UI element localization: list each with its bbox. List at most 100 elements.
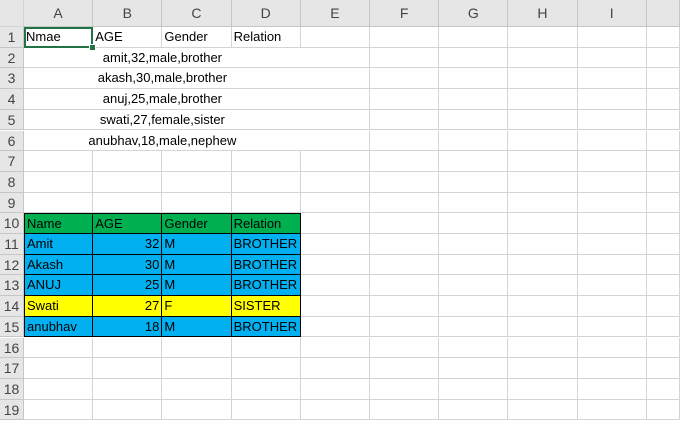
column-header[interactable] bbox=[646, 0, 680, 27]
column-header[interactable]: I bbox=[577, 0, 647, 27]
raw-data-line[interactable]: swati,27,female,sister bbox=[24, 109, 301, 131]
cell[interactable] bbox=[231, 337, 301, 359]
cell[interactable] bbox=[439, 109, 509, 131]
cell[interactable] bbox=[370, 399, 440, 421]
cell[interactable] bbox=[577, 254, 647, 276]
cell[interactable] bbox=[439, 399, 509, 421]
cell[interactable] bbox=[439, 337, 509, 359]
cell[interactable] bbox=[93, 171, 163, 193]
cell[interactable] bbox=[300, 378, 370, 400]
cell[interactable] bbox=[439, 89, 509, 110]
select-all-corner[interactable] bbox=[0, 0, 24, 27]
cell[interactable] bbox=[577, 151, 647, 172]
cell[interactable] bbox=[300, 275, 370, 297]
cell[interactable] bbox=[162, 151, 232, 172]
table-cell-name[interactable]: Amit bbox=[24, 234, 94, 255]
cell[interactable] bbox=[370, 358, 440, 379]
cell[interactable] bbox=[646, 68, 680, 90]
cell[interactable] bbox=[646, 378, 680, 400]
table-header-cell[interactable]: Relation bbox=[231, 213, 301, 234]
cell[interactable] bbox=[439, 68, 509, 90]
cell[interactable] bbox=[370, 254, 440, 276]
cell[interactable] bbox=[646, 213, 680, 234]
cell[interactable] bbox=[577, 296, 647, 317]
cell[interactable] bbox=[508, 337, 578, 359]
cell[interactable] bbox=[577, 234, 647, 255]
table-cell-age[interactable]: 25 bbox=[93, 275, 163, 297]
cell[interactable] bbox=[508, 68, 578, 90]
cell[interactable] bbox=[439, 296, 509, 317]
cell[interactable] bbox=[162, 378, 232, 400]
cell[interactable] bbox=[300, 130, 370, 152]
cell[interactable] bbox=[370, 68, 440, 90]
table-cell-name[interactable]: ANUJ bbox=[24, 275, 94, 297]
cell[interactable] bbox=[300, 171, 370, 193]
cell[interactable] bbox=[93, 358, 163, 379]
cell[interactable] bbox=[646, 192, 680, 214]
cell[interactable] bbox=[646, 275, 680, 297]
row-header[interactable]: 15 bbox=[0, 316, 24, 338]
cell[interactable] bbox=[24, 151, 94, 172]
header-cell[interactable]: Gender bbox=[162, 27, 232, 48]
cell[interactable] bbox=[439, 358, 509, 379]
column-header[interactable]: C bbox=[162, 0, 232, 27]
cell[interactable] bbox=[162, 337, 232, 359]
row-header[interactable]: 6 bbox=[0, 130, 24, 152]
row-header[interactable]: 13 bbox=[0, 275, 24, 297]
cell[interactable] bbox=[370, 47, 440, 69]
cell[interactable] bbox=[508, 254, 578, 276]
cell[interactable] bbox=[231, 192, 301, 214]
table-cell-age[interactable]: 18 bbox=[93, 316, 163, 338]
cell[interactable] bbox=[93, 151, 163, 172]
table-cell-gender[interactable]: M bbox=[162, 316, 232, 338]
cell[interactable] bbox=[162, 399, 232, 421]
cell[interactable] bbox=[508, 89, 578, 110]
cell[interactable] bbox=[370, 234, 440, 255]
table-cell-relation[interactable]: BROTHER bbox=[231, 254, 301, 276]
table-cell-name[interactable]: anubhav bbox=[24, 316, 94, 338]
row-header[interactable]: 2 bbox=[0, 47, 24, 69]
cell[interactable] bbox=[24, 337, 94, 359]
row-header[interactable]: 1 bbox=[0, 27, 24, 48]
table-cell-age[interactable]: 27 bbox=[93, 296, 163, 317]
cell[interactable] bbox=[577, 399, 647, 421]
cell[interactable] bbox=[231, 171, 301, 193]
cell[interactable] bbox=[24, 358, 94, 379]
cell[interactable] bbox=[439, 275, 509, 297]
cell[interactable] bbox=[577, 171, 647, 193]
cell[interactable] bbox=[370, 275, 440, 297]
cell[interactable] bbox=[508, 275, 578, 297]
cell[interactable] bbox=[93, 399, 163, 421]
cell[interactable] bbox=[370, 337, 440, 359]
cell[interactable] bbox=[370, 130, 440, 152]
cell[interactable] bbox=[508, 47, 578, 69]
cell[interactable] bbox=[577, 130, 647, 152]
table-cell-name[interactable]: Swati bbox=[24, 296, 94, 317]
cell[interactable] bbox=[508, 213, 578, 234]
cell[interactable] bbox=[646, 358, 680, 379]
cell[interactable] bbox=[508, 378, 578, 400]
cell[interactable] bbox=[370, 213, 440, 234]
cell[interactable] bbox=[577, 89, 647, 110]
cell[interactable] bbox=[646, 171, 680, 193]
column-header[interactable]: F bbox=[370, 0, 440, 27]
cell[interactable] bbox=[646, 337, 680, 359]
cell[interactable] bbox=[577, 275, 647, 297]
header-cell[interactable]: AGE bbox=[93, 27, 163, 48]
cell[interactable] bbox=[439, 130, 509, 152]
row-header[interactable]: 19 bbox=[0, 399, 24, 421]
cell[interactable] bbox=[646, 109, 680, 131]
cell[interactable] bbox=[508, 27, 578, 48]
cell[interactable] bbox=[370, 151, 440, 172]
cell[interactable] bbox=[370, 316, 440, 338]
cell[interactable] bbox=[162, 192, 232, 214]
raw-data-line[interactable]: amit,32,male,brother bbox=[24, 47, 301, 69]
cell[interactable] bbox=[370, 192, 440, 214]
cell[interactable] bbox=[577, 316, 647, 338]
cell[interactable] bbox=[24, 399, 94, 421]
raw-data-line[interactable]: anuj,25,male,brother bbox=[24, 89, 301, 110]
cell[interactable] bbox=[439, 27, 509, 48]
cell[interactable] bbox=[300, 68, 370, 90]
cell[interactable] bbox=[508, 358, 578, 379]
cell[interactable] bbox=[577, 68, 647, 90]
